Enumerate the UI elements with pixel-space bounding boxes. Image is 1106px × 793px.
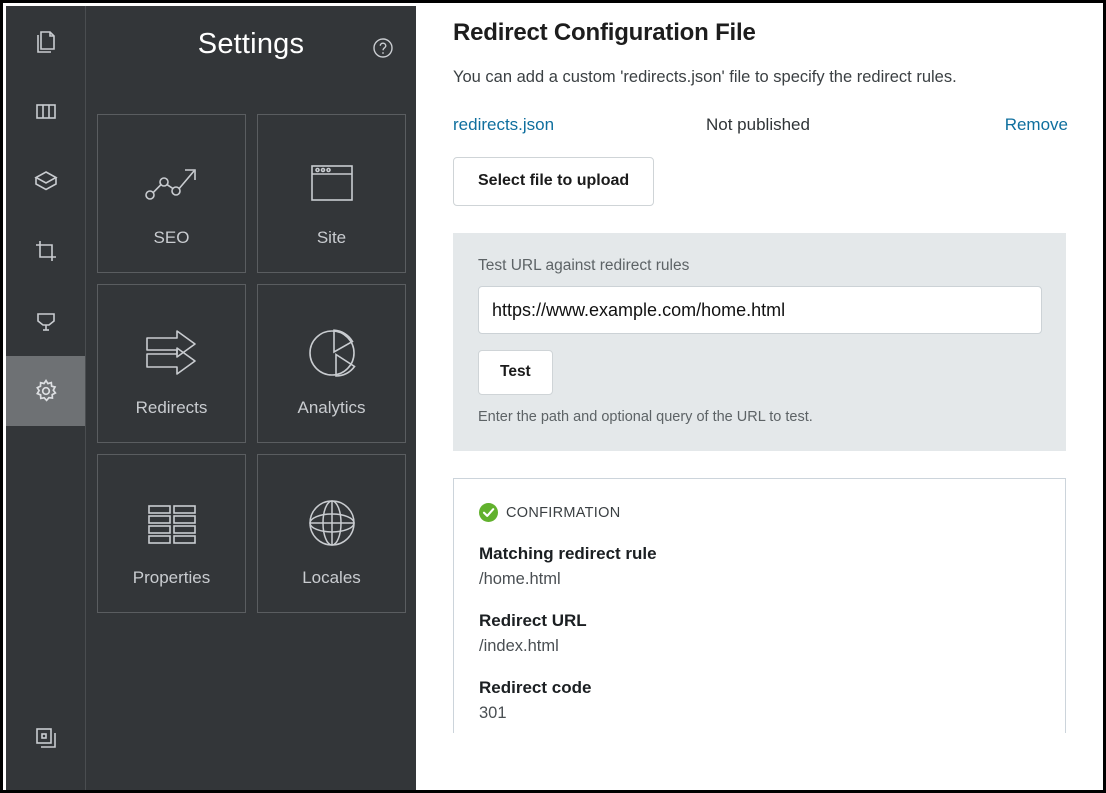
settings-tile-label: Site [317, 228, 346, 248]
settings-tile-analytics[interactable]: Analytics [257, 284, 406, 443]
settings-tile-label: Locales [302, 568, 361, 588]
gear-icon [32, 377, 60, 405]
confirmation-field: Redirect URL /index.html [479, 611, 1041, 656]
confirmation-field: Matching redirect rule /home.html [479, 544, 1041, 589]
icon-rail [6, 6, 85, 793]
confirmation-header: CONFIRMATION [479, 503, 1041, 522]
cube-icon [32, 167, 60, 195]
field-label: Redirect code [479, 678, 1041, 698]
settings-panel: Settings [85, 6, 416, 793]
rail-item-tags[interactable] [6, 286, 85, 356]
field-value: /index.html [479, 637, 1041, 656]
settings-tile-label: SEO [154, 228, 190, 248]
main-description: You can add a custom 'redirects.json' fi… [453, 47, 1086, 87]
remove-file-link[interactable]: Remove [1005, 115, 1086, 135]
test-url-hint: Enter the path and optional query of the… [478, 409, 1042, 425]
settings-tile-locales[interactable]: Locales [257, 454, 406, 613]
settings-tile-redirects[interactable]: Redirects [97, 284, 246, 443]
test-button[interactable]: Test [478, 350, 553, 395]
grid-table-icon [141, 480, 203, 566]
columns-icon [33, 98, 59, 124]
settings-tile-seo[interactable]: SEO [97, 114, 246, 273]
test-url-panel: Test URL against redirect rules Test Ent… [453, 233, 1066, 451]
copy-stack-icon [33, 725, 59, 751]
stamp-icon [33, 308, 59, 334]
field-value: 301 [479, 704, 1041, 723]
test-url-input[interactable] [478, 286, 1042, 334]
file-status: Not published [706, 115, 1005, 135]
rail-item-duplicate[interactable] [6, 703, 85, 773]
field-label: Redirect URL [479, 611, 1041, 631]
file-link[interactable]: redirects.json [453, 115, 706, 135]
select-file-to-upload-button[interactable]: Select file to upload [453, 157, 654, 206]
question-circle-icon[interactable] [372, 37, 394, 59]
check-circle-icon [479, 503, 498, 522]
page-title: Settings [86, 28, 416, 61]
rail-item-settings[interactable] [6, 356, 85, 426]
main-heading: Redirect Configuration File [453, 6, 1086, 47]
settings-tile-label: Redirects [136, 398, 208, 418]
settings-tile-label: Analytics [297, 398, 365, 418]
globe-icon [302, 480, 362, 566]
trend-line-icon [142, 140, 202, 226]
settings-tile-grid: SEO Site [97, 114, 406, 613]
settings-tile-site[interactable]: Site [257, 114, 406, 273]
field-label: Matching redirect rule [479, 544, 1041, 564]
settings-tile-properties[interactable]: Properties [97, 454, 246, 613]
pie-chart-icon [302, 310, 362, 396]
rail-item-layouts[interactable] [6, 76, 85, 146]
status-badge: CONFIRMATION [506, 505, 621, 521]
rail-item-pages[interactable] [6, 6, 85, 76]
double-arrow-icon [141, 310, 203, 396]
test-url-label: Test URL against redirect rules [478, 257, 1042, 275]
settings-header: Settings [86, 6, 416, 88]
file-row: redirects.json Not published Remove [453, 87, 1086, 135]
settings-tile-label: Properties [133, 568, 210, 588]
pages-icon [33, 28, 59, 54]
field-value: /home.html [479, 570, 1041, 589]
confirmation-field: Redirect code 301 [479, 678, 1041, 723]
main-content: Redirect Configuration File You can add … [416, 6, 1100, 787]
browser-window-icon [302, 140, 362, 226]
confirmation-card: CONFIRMATION Matching redirect rule /hom… [453, 478, 1066, 733]
rail-item-assets[interactable] [6, 216, 85, 286]
application-window: Settings [0, 0, 1106, 793]
crop-icon [33, 238, 59, 264]
rail-item-components[interactable] [6, 146, 85, 216]
